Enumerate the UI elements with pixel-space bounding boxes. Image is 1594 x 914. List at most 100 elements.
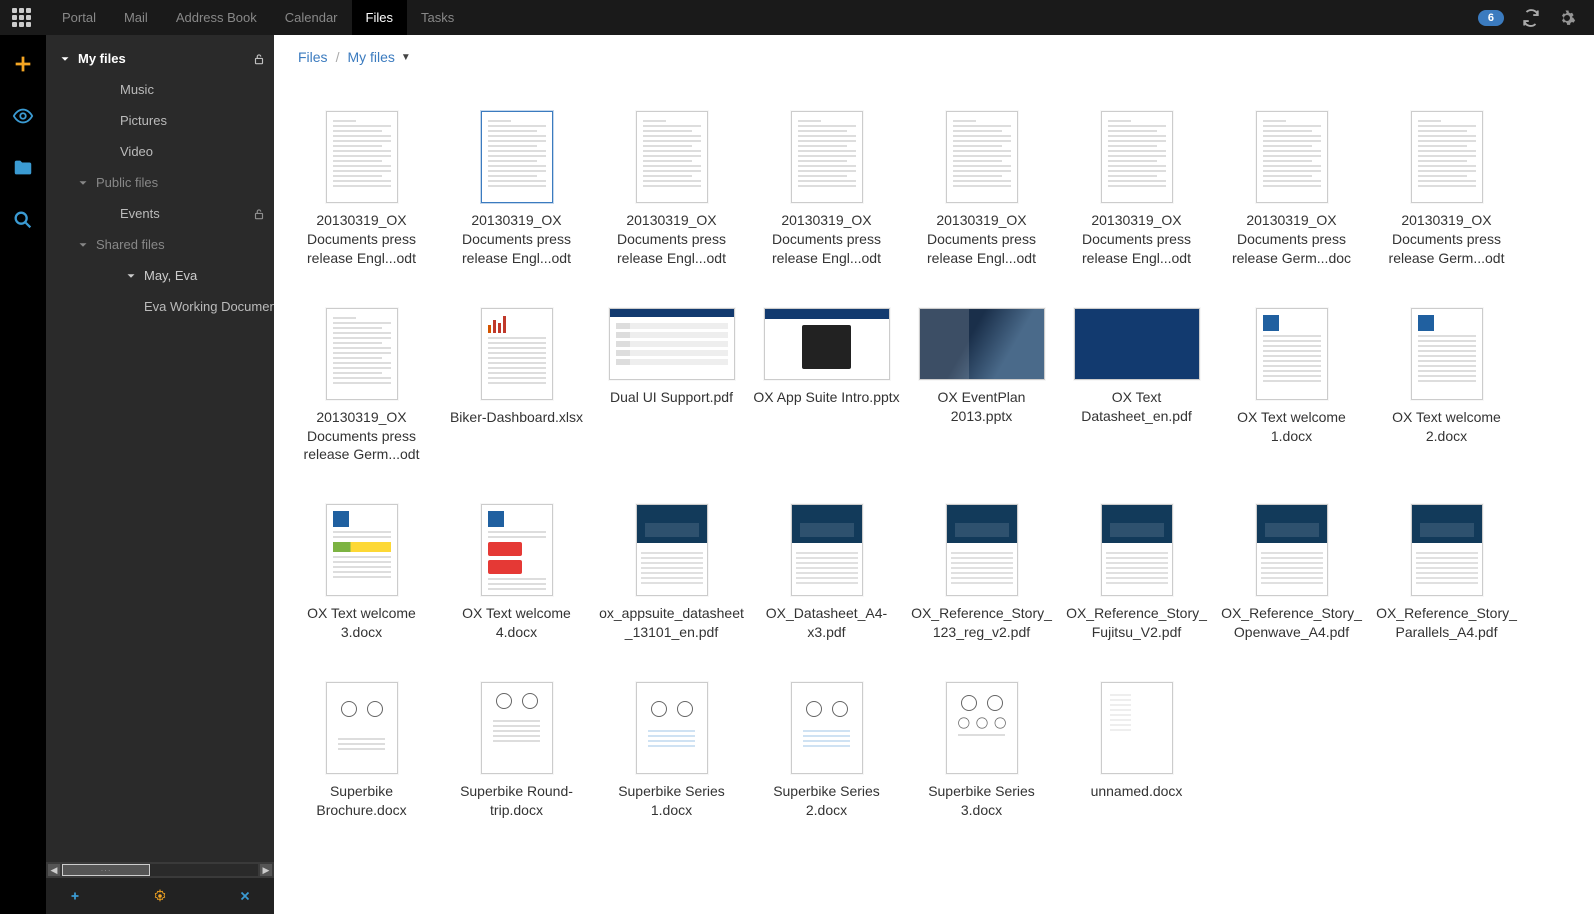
refresh-icon[interactable] xyxy=(1522,9,1540,27)
file-item[interactable]: 20130319_OX Documents press release Engl… xyxy=(594,111,749,268)
file-name: Dual UI Support.pdf xyxy=(606,388,737,407)
tree-item[interactable]: Pictures xyxy=(46,105,274,136)
file-name: 20130319_OX Documents press release Germ… xyxy=(1369,211,1524,268)
file-name: OX_Reference_Story_Fujitsu_V2.pdf xyxy=(1059,604,1214,642)
file-item[interactable]: 20130319_OX Documents press release Engl… xyxy=(284,111,439,268)
file-item[interactable]: 20130319_OX Documents press release Engl… xyxy=(904,111,1059,268)
nav-calendar[interactable]: Calendar xyxy=(271,0,352,35)
file-thumbnail xyxy=(326,682,398,774)
file-item[interactable]: OX EventPlan 2013.pptx xyxy=(904,308,1059,465)
file-item[interactable]: Biker-Dashboard.xlsx xyxy=(439,308,594,465)
nav-tasks[interactable]: Tasks xyxy=(407,0,468,35)
file-thumbnail xyxy=(609,308,735,380)
tree-label: Shared files xyxy=(96,237,266,252)
nav-mail[interactable]: Mail xyxy=(110,0,162,35)
file-name: Superbike Round-trip.docx xyxy=(439,782,594,820)
file-thumbnail xyxy=(791,504,863,596)
file-item[interactable]: 20130319_OX Documents press release Engl… xyxy=(749,111,904,268)
file-item[interactable]: OX Text welcome 3.docx xyxy=(284,504,439,642)
file-item[interactable]: ox_appsuite_datasheet_13101_en.pdf xyxy=(594,504,749,642)
file-item[interactable]: Superbike Series 2.docx xyxy=(749,682,904,820)
file-name: 20130319_OX Documents press release Engl… xyxy=(594,211,749,268)
top-nav: PortalMailAddress BookCalendarFilesTasks xyxy=(48,0,468,35)
breadcrumb-caret-icon[interactable]: ▼ xyxy=(401,52,411,63)
folder-icon[interactable] xyxy=(12,157,34,179)
file-thumbnail xyxy=(791,682,863,774)
breadcrumb-root[interactable]: Files xyxy=(298,49,328,65)
file-name: Superbike Series 3.docx xyxy=(904,782,1059,820)
file-item[interactable]: Superbike Round-trip.docx xyxy=(439,682,594,820)
file-item[interactable]: OX_Datasheet_A4-x3.pdf xyxy=(749,504,904,642)
file-item[interactable]: OX_Reference_Story_Openwave_A4.pdf xyxy=(1214,504,1369,642)
file-item[interactable]: 20130319_OX Documents press release Engl… xyxy=(1059,111,1214,268)
file-name: OX_Reference_Story_Parallels_A4.pdf xyxy=(1369,604,1524,642)
file-thumbnail xyxy=(1256,308,1328,400)
file-item[interactable]: OX_Reference_Story_Parallels_A4.pdf xyxy=(1369,504,1524,642)
file-item[interactable]: OX App Suite Intro.pptx xyxy=(749,308,904,465)
tree-label: Video xyxy=(120,144,266,159)
file-item[interactable]: OX Text welcome 1.docx xyxy=(1214,308,1369,465)
file-name: 20130319_OX Documents press release Engl… xyxy=(904,211,1059,268)
file-thumbnail xyxy=(1101,504,1173,596)
sidebar-scrollbar[interactable]: ◀ ··· ▶ xyxy=(46,862,274,878)
tree-label: Eva Working Documents xyxy=(144,299,274,314)
tree-item[interactable]: Eva Working Documents xyxy=(46,291,274,322)
file-name: OX Text welcome 4.docx xyxy=(439,604,594,642)
folder-tree: My filesMusicPictures Video Public files Ev… xyxy=(46,35,274,862)
file-thumbnail xyxy=(1074,308,1200,380)
nav-portal[interactable]: Portal xyxy=(48,0,110,35)
file-name: Superbike Series 1.docx xyxy=(594,782,749,820)
file-name: OX Text Datasheet_en.pdf xyxy=(1059,388,1214,426)
add-folder-icon[interactable] xyxy=(68,889,82,903)
file-name: 20130319_OX Documents press release Engl… xyxy=(439,211,594,268)
file-item[interactable]: Dual UI Support.pdf xyxy=(594,308,749,465)
file-item[interactable]: OX Text welcome 4.docx xyxy=(439,504,594,642)
file-item[interactable]: OX Text welcome 2.docx xyxy=(1369,308,1524,465)
file-thumbnail xyxy=(1411,111,1483,203)
sidebar: My filesMusicPictures Video Public files Ev… xyxy=(46,35,274,914)
search-icon[interactable] xyxy=(12,209,34,231)
file-item[interactable]: 20130319_OX Documents press release Engl… xyxy=(439,111,594,268)
file-thumbnail xyxy=(764,308,890,380)
file-item[interactable]: Superbike Series 1.docx xyxy=(594,682,749,820)
tree-item[interactable]: Music xyxy=(46,74,274,105)
file-item[interactable]: 20130319_OX Documents press release Germ… xyxy=(284,308,439,465)
plus-icon[interactable] xyxy=(12,53,34,75)
tree-item[interactable]: May, Eva xyxy=(46,260,274,291)
tree-item[interactable]: Shared files xyxy=(46,229,274,260)
file-item[interactable]: Superbike Brochure.docx xyxy=(284,682,439,820)
file-item[interactable]: OX_Reference_Story_123_reg_v2.pdf xyxy=(904,504,1059,642)
file-thumbnail xyxy=(1256,111,1328,203)
nav-address-book[interactable]: Address Book xyxy=(162,0,271,35)
file-name: 20130319_OX Documents press release Engl… xyxy=(1059,211,1214,268)
file-thumbnail xyxy=(481,308,553,400)
close-sidebar-icon[interactable] xyxy=(238,889,252,903)
file-name: 20130319_OX Documents press release Engl… xyxy=(284,211,439,268)
breadcrumb-current[interactable]: My files xyxy=(347,49,394,65)
file-item[interactable]: unnamed.docx xyxy=(1059,682,1214,820)
notification-badge[interactable]: 6 xyxy=(1478,10,1504,26)
folder-settings-icon[interactable] xyxy=(153,889,167,903)
file-thumbnail xyxy=(326,308,398,400)
eye-icon[interactable] xyxy=(12,105,34,127)
file-thumbnail xyxy=(1411,308,1483,400)
nav-files[interactable]: Files xyxy=(352,0,407,35)
file-name: unnamed.docx xyxy=(1087,782,1187,801)
topbar: PortalMailAddress BookCalendarFilesTasks… xyxy=(0,0,1594,35)
file-thumbnail xyxy=(946,504,1018,596)
apps-launcher-icon[interactable] xyxy=(12,8,32,28)
tree-item[interactable]: Video xyxy=(46,136,274,167)
file-name: OX_Reference_Story_123_reg_v2.pdf xyxy=(904,604,1059,642)
tree-label: Events xyxy=(120,206,244,221)
file-item[interactable]: OX Text Datasheet_en.pdf xyxy=(1059,308,1214,465)
gear-icon[interactable] xyxy=(1558,9,1576,27)
file-item[interactable]: 20130319_OX Documents press release Germ… xyxy=(1369,111,1524,268)
file-item[interactable]: OX_Reference_Story_Fujitsu_V2.pdf xyxy=(1059,504,1214,642)
file-name: OX App Suite Intro.pptx xyxy=(749,388,903,407)
file-item[interactable]: 20130319_OX Documents press release Germ… xyxy=(1214,111,1369,268)
file-name: OX Text welcome 2.docx xyxy=(1369,408,1524,446)
tree-item[interactable]: Public files xyxy=(46,167,274,198)
tree-item[interactable]: My files xyxy=(46,43,274,74)
tree-item[interactable]: Events xyxy=(46,198,274,229)
file-item[interactable]: Superbike Series 3.docx xyxy=(904,682,1059,820)
